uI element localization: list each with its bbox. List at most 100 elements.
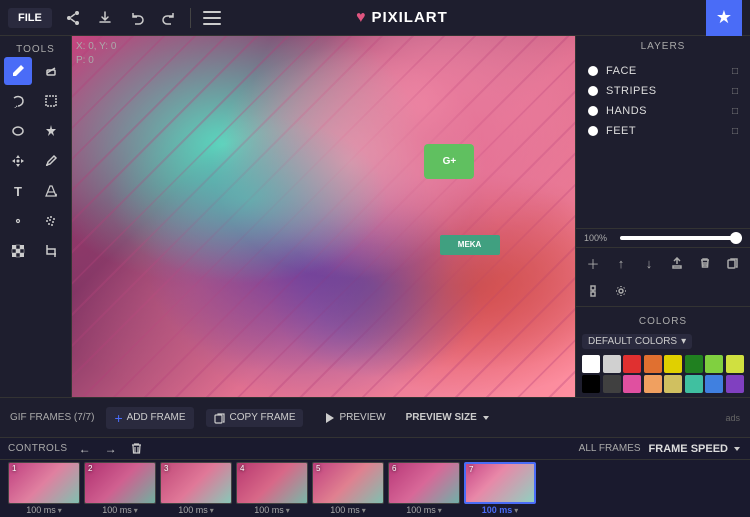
download-icon[interactable] [96, 9, 114, 27]
frame-number: 6 [392, 464, 396, 473]
layer-add-button[interactable]: ＋ [582, 252, 604, 274]
tool-pencil[interactable] [4, 57, 32, 85]
layer-item-hands[interactable]: HANDS □ [584, 101, 742, 121]
canvas-image[interactable]: G+ MEKA [72, 36, 575, 397]
layer-settings-button[interactable] [610, 280, 632, 302]
tool-text[interactable]: T [4, 177, 32, 205]
layer-dot [588, 126, 598, 136]
layer-visibility-icon[interactable]: □ [732, 66, 738, 77]
layer-export-button[interactable] [666, 252, 688, 274]
frame-thumb-6: 6 [388, 462, 460, 504]
undo-icon[interactable] [128, 9, 146, 27]
frame-time-row: 100 ms ▾ [178, 505, 214, 515]
layer-trash-button[interactable] [694, 252, 716, 274]
frame-item-1[interactable]: 1 100 ms ▾ [8, 462, 80, 515]
delete-frame-button[interactable] [128, 440, 146, 458]
frame-time-arrow[interactable]: ▾ [210, 506, 214, 515]
frame-speed-label[interactable]: FRAME SPEED [649, 443, 742, 455]
frame-number: 7 [469, 465, 473, 474]
tool-fill[interactable] [37, 177, 65, 205]
frame-time-arrow[interactable]: ▾ [438, 506, 442, 515]
teal-badge: MEKA [440, 235, 500, 255]
tool-spray[interactable] [37, 207, 65, 235]
redo-icon[interactable] [160, 9, 178, 27]
topbar: FILE ♥ PIXILART ★ [0, 0, 750, 36]
frame-time-arrow[interactable]: ▾ [58, 506, 62, 515]
layer-merge-button[interactable] [582, 280, 604, 302]
color-swatch-pink[interactable] [623, 375, 641, 393]
frame-number: 3 [164, 464, 168, 473]
frame-speed-text: FRAME SPEED [649, 443, 728, 455]
tool-crop[interactable] [37, 237, 65, 265]
color-swatch-orange[interactable] [644, 355, 662, 373]
preview-size-button[interactable]: PREVIEW SIZE [406, 412, 491, 423]
color-swatch-red[interactable] [623, 355, 641, 373]
color-swatch-lyellow[interactable] [726, 355, 744, 373]
frame-item-4[interactable]: 4 100 ms ▾ [236, 462, 308, 515]
frame-time-arrow[interactable]: ▾ [134, 506, 138, 515]
menu-icon[interactable] [203, 9, 221, 27]
layer-actions: ＋ ↑ ↓ [576, 247, 750, 306]
colors-dropdown[interactable]: DEFAULT COLORS ▾ [582, 332, 744, 351]
color-swatch-lgreen[interactable] [705, 355, 723, 373]
frame-thumb-7: 7 [464, 462, 536, 504]
frame-number: 5 [316, 464, 320, 473]
layer-duplicate-button[interactable] [722, 252, 744, 274]
tool-lasso[interactable] [4, 87, 32, 115]
frame-time-row: 100 ms ▾ [482, 505, 519, 515]
share-icon[interactable] [64, 9, 82, 27]
canvas-area[interactable]: X: 0, Y: 0 P: 0 G+ MEKA [72, 36, 575, 397]
tool-ellipse[interactable] [4, 117, 32, 145]
color-swatch-purple[interactable] [726, 375, 744, 393]
layers-title: LAYERS [576, 36, 750, 57]
star-button[interactable]: ★ [706, 0, 742, 36]
layer-item-feet[interactable]: FEET □ [584, 121, 742, 141]
layer-visibility-icon[interactable]: □ [732, 86, 738, 97]
layer-down-button[interactable]: ↓ [638, 252, 660, 274]
frame-item-2[interactable]: 2 100 ms ▾ [84, 462, 156, 515]
color-swatch-black[interactable] [582, 375, 600, 393]
file-menu[interactable]: FILE [8, 8, 52, 28]
tool-move[interactable] [4, 147, 32, 175]
logo: ♥ PIXILART [356, 9, 448, 27]
tool-eraser[interactable] [37, 57, 65, 85]
preview-button[interactable]: PREVIEW [315, 409, 393, 427]
color-swatch-lgray[interactable] [603, 355, 621, 373]
layer-item-stripes[interactable]: STRIPES □ [584, 81, 742, 101]
frame-thumb-3: 3 [160, 462, 232, 504]
frame-time-arrow[interactable]: ▾ [514, 506, 518, 515]
color-swatch-lorange[interactable] [644, 375, 662, 393]
frame-item-5[interactable]: 5 100 ms ▾ [312, 462, 384, 515]
chevron-down-icon [481, 413, 491, 423]
copy-frame-button[interactable]: COPY FRAME [206, 409, 304, 427]
color-swatch-teal[interactable] [685, 375, 703, 393]
frame-item-3[interactable]: 3 100 ms ▾ [160, 462, 232, 515]
layer-visibility-icon[interactable]: □ [732, 106, 738, 117]
opacity-slider[interactable] [620, 236, 742, 240]
color-swatch-white[interactable] [582, 355, 600, 373]
layer-item-face[interactable]: FACE □ [584, 61, 742, 81]
frame-time-arrow[interactable]: ▾ [286, 506, 290, 515]
tool-eyedropper[interactable] [37, 147, 65, 175]
add-frame-button[interactable]: + ADD FRAME [106, 407, 193, 429]
color-swatch-yellow[interactable] [664, 355, 682, 373]
color-swatch-sand[interactable] [664, 375, 682, 393]
tool-magic-wand[interactable] [37, 117, 65, 145]
prev-frame-button[interactable]: ← [76, 440, 94, 458]
frame-time-row: 100 ms ▾ [26, 505, 62, 515]
add-frame-label: ADD FRAME [127, 412, 186, 423]
frames-bar: CONTROLS ← → ALL FRAMES FRAME SPEED 1 10… [0, 437, 750, 517]
frame-item-7[interactable]: 7 100 ms ▾ [464, 462, 536, 515]
color-swatch-dgray[interactable] [603, 375, 621, 393]
tool-checker[interactable] [4, 237, 32, 265]
tools-label: TOOLS [4, 40, 67, 57]
frame-time-arrow[interactable]: ▾ [362, 506, 366, 515]
tool-sparkle[interactable] [4, 207, 32, 235]
next-frame-button[interactable]: → [102, 440, 120, 458]
color-swatch-dgreen[interactable] [685, 355, 703, 373]
tool-rect-select[interactable] [37, 87, 65, 115]
color-swatch-blue[interactable] [705, 375, 723, 393]
layer-visibility-icon[interactable]: □ [732, 126, 738, 137]
frame-item-6[interactable]: 6 100 ms ▾ [388, 462, 460, 515]
layer-up-button[interactable]: ↑ [610, 252, 632, 274]
